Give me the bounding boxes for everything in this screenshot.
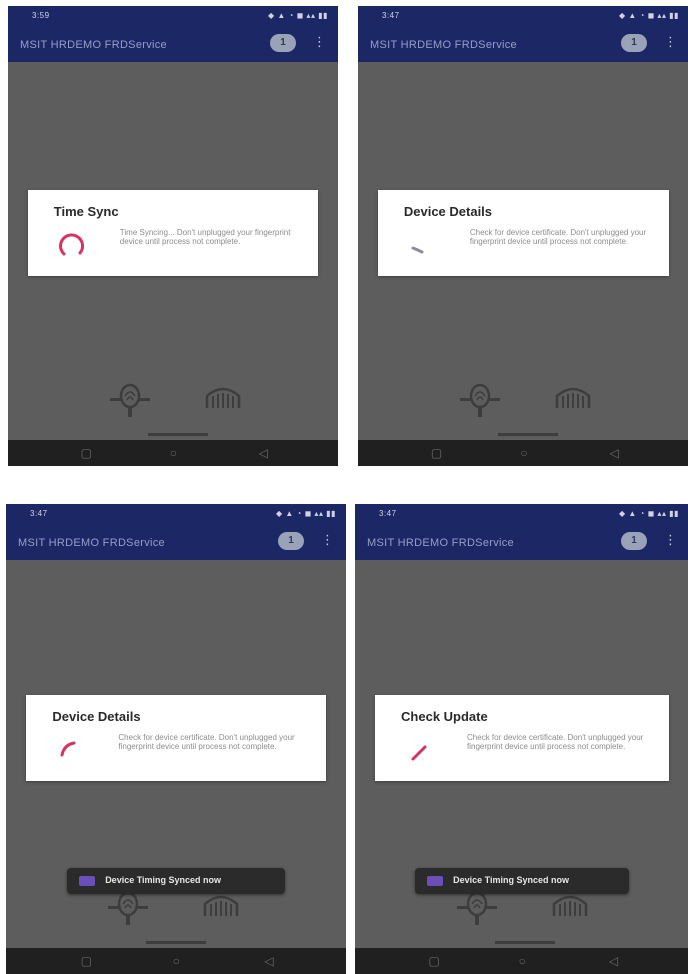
- nav-bar: ▢ ○ ◁: [8, 440, 338, 466]
- dialog-message: Check for device certificate. Don't unpl…: [118, 733, 295, 751]
- recents-icon[interactable]: ▢: [431, 446, 442, 460]
- dialog-title: Device Details: [52, 709, 141, 724]
- dialog-message: Check for device certificate. Don't unpl…: [469, 228, 647, 246]
- progress-dialog: Check Update Check for device certificat…: [375, 695, 669, 781]
- progress-dialog: Device Details Check for device certific…: [26, 695, 326, 781]
- home-icon[interactable]: ○: [520, 446, 527, 460]
- overflow-menu-icon[interactable]: ⋮: [321, 533, 334, 547]
- fingerprint-scanner-icon[interactable]: [458, 378, 502, 422]
- dialog-title: Time Sync: [53, 204, 119, 219]
- dialog-message: Check for device certificate. Don't unpl…: [467, 733, 644, 751]
- bottom-divider: [498, 433, 558, 436]
- app-title: MSIT HRDEMO FRDService: [367, 537, 514, 549]
- status-icons: ◆ ▲ ◔ ◼ ▴▴ ▮▮: [619, 509, 679, 518]
- app-icon: [427, 876, 444, 886]
- status-icons: ◆ ▲ ◔ ◼ ▴▴ ▮▮: [268, 11, 328, 20]
- status-icons: ◆ ▲ ◔ ◼ ▴▴ ▮▮: [276, 509, 336, 518]
- toast-message: Device Timing Synced now: [415, 868, 629, 894]
- count-badge[interactable]: 1: [270, 34, 296, 52]
- progress-dialog: Time Sync Time Syncing... Don't unplugge…: [27, 190, 319, 276]
- recents-icon[interactable]: ▢: [81, 446, 92, 460]
- dialog-title: Device Details: [403, 204, 493, 219]
- progress-spinner-icon: [58, 233, 84, 256]
- status-time: 3:47: [382, 11, 400, 20]
- back-icon[interactable]: ◁: [264, 954, 273, 968]
- nav-bar: ▢ ○ ◁: [6, 948, 346, 974]
- home-icon[interactable]: ○: [173, 954, 180, 968]
- back-icon[interactable]: ◁: [609, 954, 618, 968]
- app-bar: MSIT HRDEMO FRDService 1 ⋮: [8, 26, 338, 62]
- toast-text: Device Timing Synced now: [453, 875, 569, 885]
- status-time: 3:47: [379, 509, 397, 518]
- count-badge[interactable]: 1: [278, 532, 304, 550]
- status-time: 3:59: [32, 11, 50, 20]
- nav-bar: ▢ ○ ◁: [355, 948, 688, 974]
- screenshot-check-update: 3:47 ◆ ▲ ◔ ◼ ▴▴ ▮▮ MSIT HRDEMO FRDServic…: [355, 504, 688, 974]
- app-bar: MSIT HRDEMO FRDService 1 ⋮: [355, 524, 688, 560]
- nav-bar: ▢ ○ ◁: [358, 440, 688, 466]
- bottom-divider: [146, 941, 206, 944]
- content-area: Device Details Check for device certific…: [6, 560, 346, 948]
- screenshot-device-details-toast: 3:47 ◆ ▲ ◔ ◼ ▴▴ ▮▮ MSIT HRDEMO FRDServic…: [6, 504, 346, 974]
- status-time: 3:47: [30, 509, 48, 518]
- progress-spinner-icon: [60, 741, 76, 757]
- app-icon: [79, 876, 96, 886]
- overflow-menu-icon[interactable]: ⋮: [664, 533, 677, 547]
- recents-icon[interactable]: ▢: [428, 954, 439, 968]
- app-bar: MSIT HRDEMO FRDService 1 ⋮: [6, 524, 346, 560]
- overflow-menu-icon[interactable]: ⋮: [313, 35, 326, 49]
- app-title: MSIT HRDEMO FRDService: [18, 537, 165, 549]
- dialog-message: Time Syncing... Don't unplugged your fin…: [119, 228, 291, 246]
- status-bar: 3:47 ◆ ▲ ◔ ◼ ▴▴ ▮▮: [355, 504, 688, 524]
- content-area: Time Sync Time Syncing... Don't unplugge…: [8, 62, 338, 440]
- toast-message: Device Timing Synced now: [67, 868, 285, 894]
- screenshot-device-details: 3:47 ◆ ▲ ◔ ◼ ▴▴ ▮▮ MSIT HRDEMO FRDServic…: [358, 6, 688, 466]
- status-bar: 3:47 ◆ ▲ ◔ ◼ ▴▴ ▮▮: [6, 504, 346, 524]
- home-icon[interactable]: ○: [519, 954, 526, 968]
- overflow-menu-icon[interactable]: ⋮: [664, 35, 677, 49]
- toast-text: Device Timing Synced now: [105, 875, 222, 885]
- home-icon[interactable]: ○: [170, 446, 177, 460]
- progress-spinner-icon: [411, 745, 427, 761]
- app-title: MSIT HRDEMO FRDService: [20, 39, 167, 51]
- count-badge[interactable]: 1: [621, 34, 647, 52]
- back-icon[interactable]: ◁: [259, 446, 268, 460]
- dialog-title: Check Update: [401, 709, 488, 724]
- status-bar: 3:47 ◆ ▲ ◔ ◼ ▴▴ ▮▮: [358, 6, 688, 26]
- back-icon[interactable]: ◁: [610, 446, 619, 460]
- progress-spinner-icon: [411, 246, 424, 254]
- content-area: Device Details Check for device certific…: [358, 62, 688, 440]
- screenshot-time-sync: 3:59 ◆ ▲ ◔ ◼ ▴▴ ▮▮ MSIT HRDEMO FRDServic…: [8, 6, 338, 466]
- fingerprint-scanner-icon[interactable]: [108, 378, 152, 422]
- bottom-divider: [495, 941, 555, 944]
- app-title: MSIT HRDEMO FRDService: [370, 39, 517, 51]
- app-bar: MSIT HRDEMO FRDService 1 ⋮: [358, 26, 688, 62]
- content-area: Check Update Check for device certificat…: [355, 560, 688, 948]
- iris-scanner-icon[interactable]: [203, 378, 243, 418]
- iris-scanner-icon[interactable]: [553, 378, 593, 418]
- count-badge[interactable]: 1: [621, 532, 647, 550]
- status-bar: 3:59 ◆ ▲ ◔ ◼ ▴▴ ▮▮: [8, 6, 338, 26]
- progress-dialog: Device Details Check for device certific…: [377, 190, 670, 276]
- bottom-divider: [148, 433, 208, 436]
- recents-icon[interactable]: ▢: [81, 954, 92, 968]
- status-icons: ◆ ▲ ◔ ◼ ▴▴ ▮▮: [619, 11, 679, 20]
